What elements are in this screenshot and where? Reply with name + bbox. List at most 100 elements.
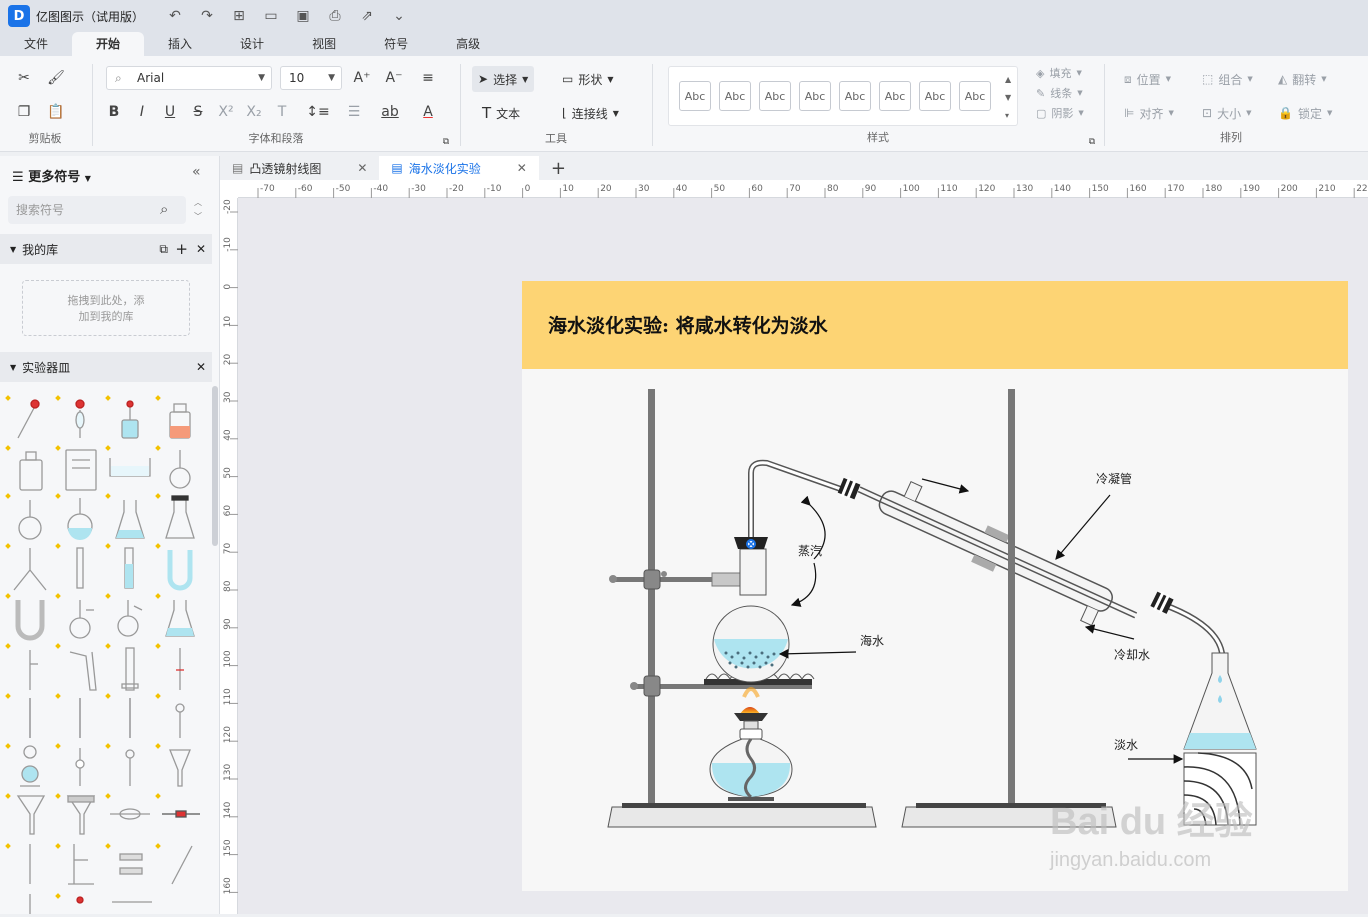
import-icon[interactable]: ⧉: [159, 242, 168, 257]
collapse-panel-icon[interactable]: «: [192, 164, 201, 180]
group-button[interactable]: ⬚ 组合 ▼: [1196, 66, 1259, 92]
shape-button[interactable]: ▭ 形状 ▼: [556, 66, 620, 92]
text-align-icon[interactable]: ≡: [418, 68, 438, 88]
redo-icon[interactable]: ↷: [198, 8, 216, 24]
export-icon[interactable]: ⇗: [358, 8, 376, 24]
search-icon[interactable]: ⌕: [160, 200, 168, 218]
seawater-label[interactable]: 海水: [860, 633, 884, 648]
fill-button[interactable]: ◈ 填充 ▼: [1030, 64, 1088, 82]
chevron-down-icon: ▼: [258, 73, 265, 83]
chevron-down-icon: ▼: [84, 174, 91, 183]
lab-library-header[interactable]: ▼ 实验器皿 ✕: [0, 352, 212, 382]
ruler-tick-label: -40: [373, 184, 388, 194]
style-preset[interactable]: Abc: [879, 81, 911, 111]
menu-design[interactable]: 设计: [216, 32, 288, 56]
style-preset[interactable]: Abc: [679, 81, 711, 111]
ruler-tick-label: 100: [903, 184, 920, 194]
new-icon[interactable]: ⊞: [230, 8, 248, 24]
strikethrough-icon[interactable]: S: [188, 102, 208, 122]
paint-bucket-icon: ◈: [1036, 66, 1045, 80]
select-button[interactable]: ➤ 选择 ▼: [472, 66, 535, 92]
ruler-tick-label: 140: [1054, 184, 1071, 194]
shrink-font-icon[interactable]: A⁻: [384, 68, 404, 88]
fresh-water-label[interactable]: 淡水: [1114, 738, 1138, 752]
superscript-icon[interactable]: X²: [216, 102, 236, 122]
close-icon[interactable]: ✕: [517, 161, 527, 175]
text-case-icon[interactable]: T: [272, 102, 292, 122]
menu-insert[interactable]: 插入: [144, 32, 216, 56]
size-button[interactable]: ⊡ 大小 ▼: [1196, 100, 1257, 126]
subscript-icon[interactable]: X₂: [244, 102, 264, 122]
grow-font-icon[interactable]: A⁺: [352, 68, 372, 88]
symbol-grid: [4, 394, 208, 917]
text-button[interactable]: T 文本: [476, 100, 526, 126]
position-button[interactable]: ⧈ 位置 ▼: [1118, 66, 1177, 92]
condenser-label[interactable]: 冷凝管: [1096, 471, 1132, 486]
format-painter-icon[interactable]: 🖌: [46, 68, 66, 88]
copy-icon[interactable]: ❐: [14, 102, 34, 122]
style-preset[interactable]: Abc: [759, 81, 791, 111]
menu-file[interactable]: 文件: [0, 32, 72, 56]
menu-home[interactable]: 开始: [72, 32, 145, 56]
print-icon[interactable]: ⎙: [326, 8, 344, 24]
gallery-scroll[interactable]: ▲ ▼ ▾: [1005, 71, 1011, 125]
lock-button[interactable]: 🔒 锁定 ▼: [1272, 100, 1338, 126]
style-preset[interactable]: Abc: [799, 81, 831, 111]
font-color-icon[interactable]: A: [418, 102, 438, 122]
more-symbols-header[interactable]: ☰ 更多符号 ▼: [12, 166, 91, 185]
shadow-button[interactable]: ▢ 阴影 ▼: [1030, 104, 1090, 122]
position-icon: ⧈: [1124, 71, 1132, 86]
panel-scrollbar[interactable]: [212, 386, 218, 546]
open-folder-icon[interactable]: ▭: [262, 8, 280, 24]
paste-icon[interactable]: 📋: [46, 102, 66, 122]
add-icon[interactable]: +: [175, 240, 188, 258]
bold-icon[interactable]: B: [104, 102, 124, 122]
close-icon[interactable]: ✕: [196, 242, 206, 256]
font-size-select[interactable]: 10 ▼: [280, 66, 342, 90]
style-preset[interactable]: Abc: [839, 81, 871, 111]
steam-label[interactable]: 蒸汽: [798, 543, 822, 558]
menu-view[interactable]: 视图: [288, 32, 360, 56]
expand-icon[interactable]: ⧉: [436, 132, 456, 152]
cooling-water-label[interactable]: 冷却水: [1114, 648, 1150, 662]
line-spacing-icon[interactable]: ↕≡: [306, 102, 329, 122]
ruler-tick-label: 160: [223, 877, 233, 894]
lab-glassware-symbols[interactable]: [4, 394, 208, 914]
my-library-header[interactable]: ▼ 我的库 ⧉ + ✕: [0, 234, 212, 264]
cut-icon[interactable]: ✂: [14, 68, 34, 88]
close-icon[interactable]: ✕: [196, 360, 206, 374]
style-preset[interactable]: Abc: [719, 81, 751, 111]
close-icon[interactable]: ✕: [357, 161, 367, 175]
undo-icon[interactable]: ↶: [166, 8, 184, 24]
style-preset[interactable]: Abc: [959, 81, 991, 111]
expand-icon[interactable]: ⧉: [1082, 132, 1102, 152]
align-button[interactable]: ⊫ 对齐 ▼: [1118, 100, 1180, 126]
ruler-tick-label: -30: [411, 184, 426, 194]
italic-icon[interactable]: I: [132, 102, 152, 122]
new-tab-icon[interactable]: +: [539, 156, 578, 180]
save-icon[interactable]: ▣: [294, 8, 312, 24]
doc-tab-desalination[interactable]: ▤ 海水淡化实验 ✕: [379, 156, 539, 180]
menu-symbols[interactable]: 符号: [360, 32, 432, 56]
size-label: 大小: [1217, 106, 1242, 121]
library-drop-zone[interactable]: 拖拽到此处，添 加到我的库: [22, 280, 190, 336]
chevron-down-icon: ▼: [1078, 109, 1084, 117]
line-button[interactable]: ✎ 线条 ▼: [1030, 84, 1089, 102]
doc-tab-lens[interactable]: ▤ 凸透镜射线图 ✕: [220, 156, 379, 180]
menu-advanced[interactable]: 高级: [432, 32, 504, 56]
chevron-down-icon: ▼: [1246, 109, 1252, 117]
search-scroll-arrows[interactable]: ︿ ﹀: [194, 196, 202, 224]
more-chevron-icon[interactable]: ⌄: [390, 8, 408, 24]
horizontal-ruler: -70 -60 -50 -40 -30 -20 -10 0 10 20 30 40 50 60 70 80 90…: [238, 180, 1368, 198]
highlight-icon[interactable]: ab: [380, 102, 400, 122]
page-title[interactable]: 海水淡化实验: 将咸水转化为淡水: [548, 311, 828, 338]
connector-button[interactable]: ⌊ 连接线 ▼: [556, 100, 625, 126]
ribbon: ✂ 🖌 ❐ 📋 剪贴板 ⌕ Arial ▼ 10 ▼ A⁺ A⁻ ≡ B I U…: [0, 56, 1368, 152]
title-banner[interactable]: 海水淡化实验: 将咸水转化为淡水: [522, 281, 1348, 369]
font-name-select[interactable]: ⌕ Arial ▼: [106, 66, 272, 90]
underline-icon[interactable]: U: [160, 102, 180, 122]
doc-tab-label: 海水淡化实验: [408, 161, 481, 176]
flip-button[interactable]: ◭ 翻转 ▼: [1272, 66, 1333, 92]
style-preset[interactable]: Abc: [919, 81, 951, 111]
bullet-list-icon[interactable]: ☰: [344, 102, 364, 122]
